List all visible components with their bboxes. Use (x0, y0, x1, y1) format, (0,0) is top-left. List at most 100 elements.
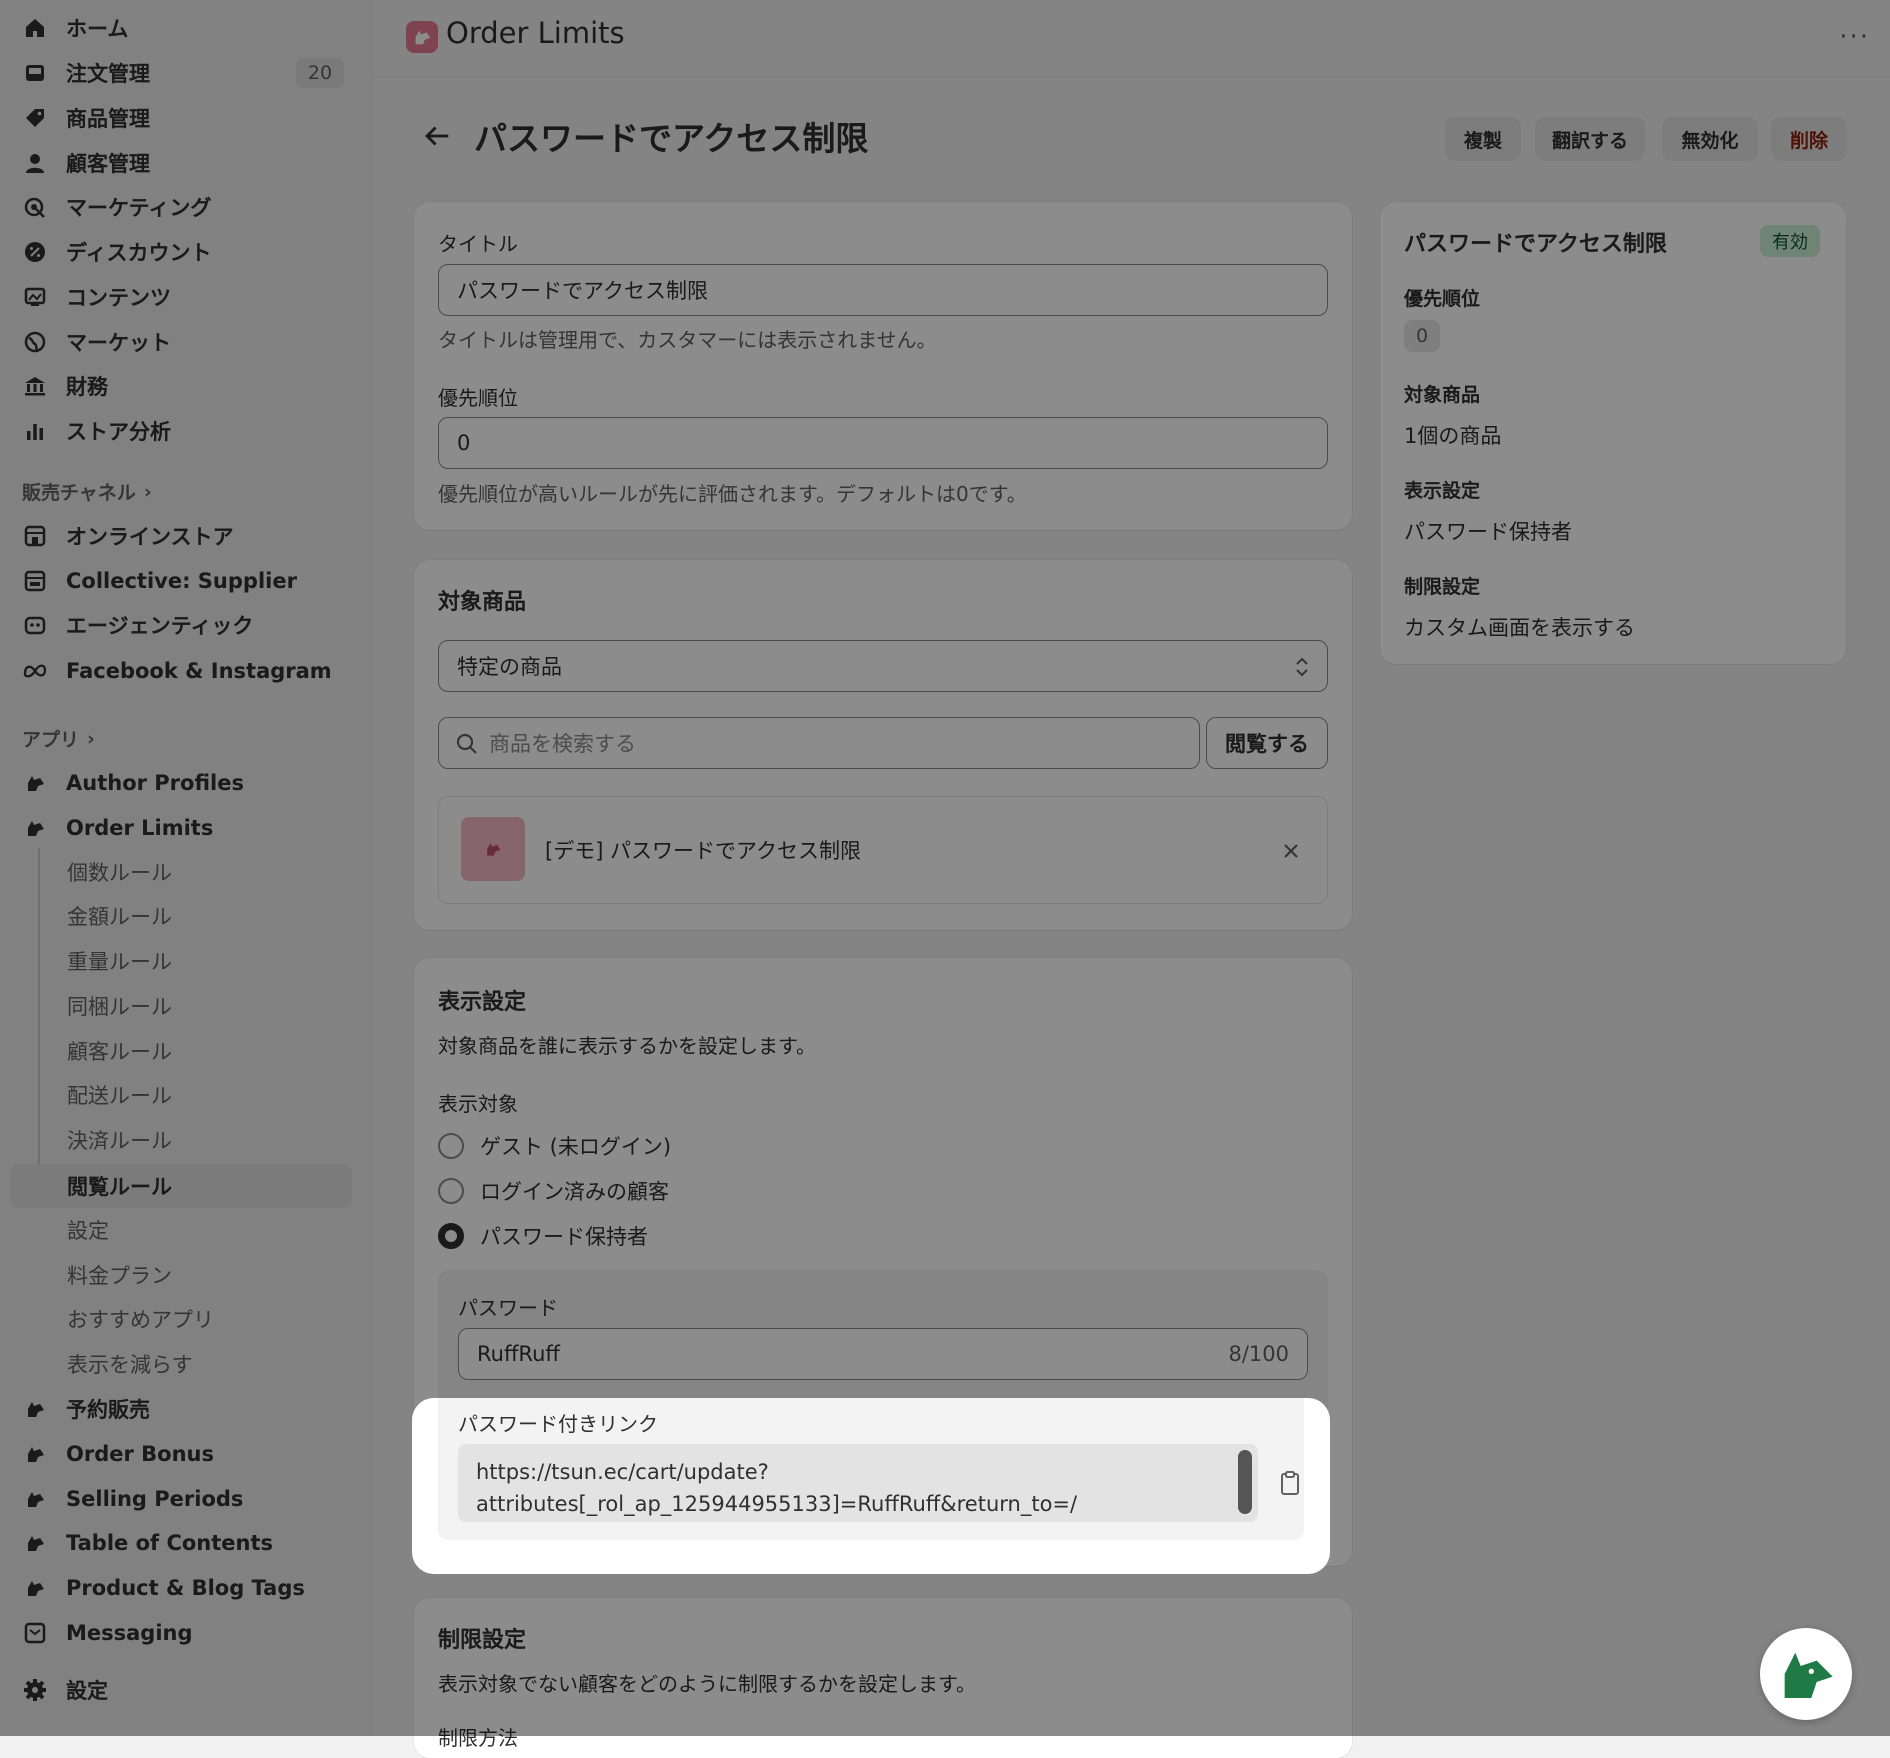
password-link-field[interactable]: https://tsun.ec/cart/update? attributes[… (458, 1444, 1258, 1522)
globe-icon (22, 329, 48, 355)
sidebar-item-facebook[interactable]: Facebook & Instagram (10, 649, 352, 693)
sidebar-item-view-rules[interactable]: 閲覧ルール (10, 1164, 352, 1208)
sidebar-item-label: おすすめアプリ (67, 1308, 214, 1332)
radio-guest[interactable]: ゲスト (未ログイン) (438, 1131, 671, 1161)
sidebar-item-analytics[interactable]: ストア分析 (10, 409, 352, 453)
radio-button[interactable] (438, 1133, 464, 1159)
discount-icon (22, 239, 48, 265)
dog-app-icon (22, 815, 48, 841)
chevron-right-icon: › (143, 480, 152, 503)
radio-logged-in[interactable]: ログイン済みの顧客 (438, 1176, 669, 1206)
product-search-input[interactable]: 商品を検索する (438, 717, 1200, 769)
sidebar-item-home[interactable]: ホーム (10, 6, 352, 50)
app-assistant-button[interactable] (1760, 1628, 1852, 1720)
sidebar-item-marketing[interactable]: マーケティング (10, 185, 352, 229)
radio-button-selected[interactable] (438, 1223, 464, 1249)
sidebar-item-app-settings[interactable]: 設定 (10, 1208, 352, 1252)
password-input[interactable]: RuffRuff 8/100 (458, 1328, 1308, 1380)
bar-chart-icon (22, 418, 48, 444)
dog-app-icon (22, 1575, 48, 1601)
sidebar-item-products[interactable]: 商品管理 (10, 96, 352, 140)
sidebar-item-label: 注文管理 (66, 62, 150, 86)
sidebar-item-collective[interactable]: Collective: Supplier (10, 559, 352, 603)
sidebar-item-discounts[interactable]: ディスカウント (10, 230, 352, 274)
sidebar-item-label: 表示を減らす (67, 1353, 193, 1377)
sidebar-item-order-bonus[interactable]: Order Bonus (10, 1432, 352, 1476)
delete-button[interactable]: 削除 (1771, 117, 1847, 161)
sidebar-item-label: マーケット (66, 331, 171, 355)
sidebar-item-label: 金額ルール (67, 905, 172, 929)
priority-field[interactable]: 0 (438, 417, 1328, 469)
browse-button[interactable]: 閲覧する (1206, 717, 1328, 769)
summary-products-value: 1個の商品 (1404, 424, 1502, 448)
display-target-label: 表示対象 (438, 1092, 518, 1116)
sidebar-item-finance[interactable]: 財務 (10, 364, 352, 408)
radio-button[interactable] (438, 1178, 464, 1204)
sidebar-item-online-store[interactable]: オンラインストア (10, 514, 352, 558)
sidebar-item-label: 重量ルール (67, 950, 172, 974)
sidebar-item-pricing-plan[interactable]: 料金プラン (10, 1253, 352, 1297)
summary-display-label: 表示設定 (1404, 480, 1481, 502)
sidebar-item-recommended-apps[interactable]: おすすめアプリ (10, 1297, 352, 1341)
sidebar-item-product-blog-tags[interactable]: Product & Blog Tags (10, 1566, 352, 1610)
sidebar-item-agentic[interactable]: エージェンティック (10, 603, 352, 647)
sidebar-item-label: 個数ルール (67, 861, 172, 885)
back-arrow-icon[interactable] (420, 119, 454, 153)
gear-icon (22, 1677, 48, 1703)
apps-heading[interactable]: アプリ › (22, 725, 95, 752)
sidebar-item-quantity-rules[interactable]: 個数ルール (10, 850, 352, 894)
sidebar-item-label: 同梱ルール (67, 995, 172, 1019)
restriction-heading: 制限設定 (438, 1628, 527, 1653)
sidebar-item-label: ホーム (66, 17, 129, 41)
sidebar-item-label: 設定 (66, 1679, 108, 1703)
sidebar-item-customer-rules[interactable]: 顧客ルール (10, 1029, 352, 1073)
sidebar-item-label: 閲覧ルール (67, 1175, 172, 1199)
sidebar-item-label: Facebook & Instagram (66, 659, 332, 683)
sidebar-item-author-profiles[interactable]: Author Profiles (10, 761, 352, 805)
app-logo-icon (406, 21, 438, 53)
product-thumbnail (461, 817, 525, 881)
sidebar-item-bundle-rules[interactable]: 同梱ルール (10, 984, 352, 1028)
scrollbar-thumb[interactable] (1238, 1450, 1252, 1514)
sidebar-item-preorder[interactable]: 予約販売 (10, 1387, 352, 1431)
sidebar-item-label: 顧客管理 (66, 152, 150, 176)
sidebar-item-label: 顧客ルール (67, 1040, 172, 1064)
sidebar-item-show-less[interactable]: 表示を減らす (10, 1342, 352, 1386)
sidebar-item-shipping-rules[interactable]: 配送ルール (10, 1073, 352, 1117)
sidebar-item-customers[interactable]: 顧客管理 (10, 141, 352, 185)
password-link-panel: パスワード付きリンク https://tsun.ec/cart/update? … (438, 1398, 1304, 1540)
radio-label: ログイン済みの顧客 (480, 1180, 669, 1204)
clipboard-icon[interactable] (1278, 1470, 1302, 1496)
translate-button[interactable]: 翻訳する (1535, 117, 1645, 161)
sidebar-item-weight-rules[interactable]: 重量ルール (10, 939, 352, 983)
product-scope-select[interactable]: 特定の商品 (438, 640, 1328, 692)
sidebar-item-amount-rules[interactable]: 金額ルール (10, 894, 352, 938)
selected-product-name: [デモ] パスワードでアクセス制限 (545, 839, 862, 863)
sidebar-item-label: 設定 (67, 1219, 109, 1243)
remove-product-icon[interactable] (1281, 841, 1301, 861)
sidebar-item-label: Messaging (66, 1621, 193, 1645)
title-field[interactable]: パスワードでアクセス制限 (438, 264, 1328, 316)
sidebar-item-label: Author Profiles (66, 771, 244, 795)
sidebar-item-messaging[interactable]: Messaging (10, 1611, 352, 1655)
sidebar-item-orders[interactable]: 注文管理 20 (10, 51, 352, 95)
duplicate-button[interactable]: 複製 (1445, 117, 1521, 161)
summary-display-value: パスワード保持者 (1404, 520, 1572, 544)
sales-channels-heading[interactable]: 販売チャネル › (22, 478, 152, 505)
sidebar-item-table-of-contents[interactable]: Table of Contents (10, 1521, 352, 1565)
restriction-description: 表示対象でない顧客をどのように制限するかを設定します。 (438, 1672, 976, 1696)
page-title: パスワードでアクセス制限 (474, 119, 869, 158)
disable-button[interactable]: 無効化 (1662, 117, 1758, 161)
page-header: パスワードでアクセス制限 (420, 112, 868, 160)
sidebar-item-content[interactable]: コンテンツ (10, 275, 352, 319)
sidebar-item-order-limits[interactable]: Order Limits (10, 806, 352, 850)
sidebar-item-payment-rules[interactable]: 決済ルール (10, 1118, 352, 1162)
radio-password-holder[interactable]: パスワード保持者 (438, 1221, 648, 1251)
sidebar-item-markets[interactable]: マーケット (10, 320, 352, 364)
more-actions-icon[interactable]: ··· (1839, 22, 1870, 52)
priority-label: 優先順位 (438, 386, 518, 410)
sidebar-item-settings[interactable]: 設定 (10, 1668, 352, 1712)
password-link-line-2: attributes[_rol_ap_125944955133]=RuffRuf… (476, 1492, 1078, 1516)
summary-restriction-value: カスタム画面を表示する (1404, 616, 1635, 640)
sidebar-item-selling-periods[interactable]: Selling Periods (10, 1477, 352, 1521)
